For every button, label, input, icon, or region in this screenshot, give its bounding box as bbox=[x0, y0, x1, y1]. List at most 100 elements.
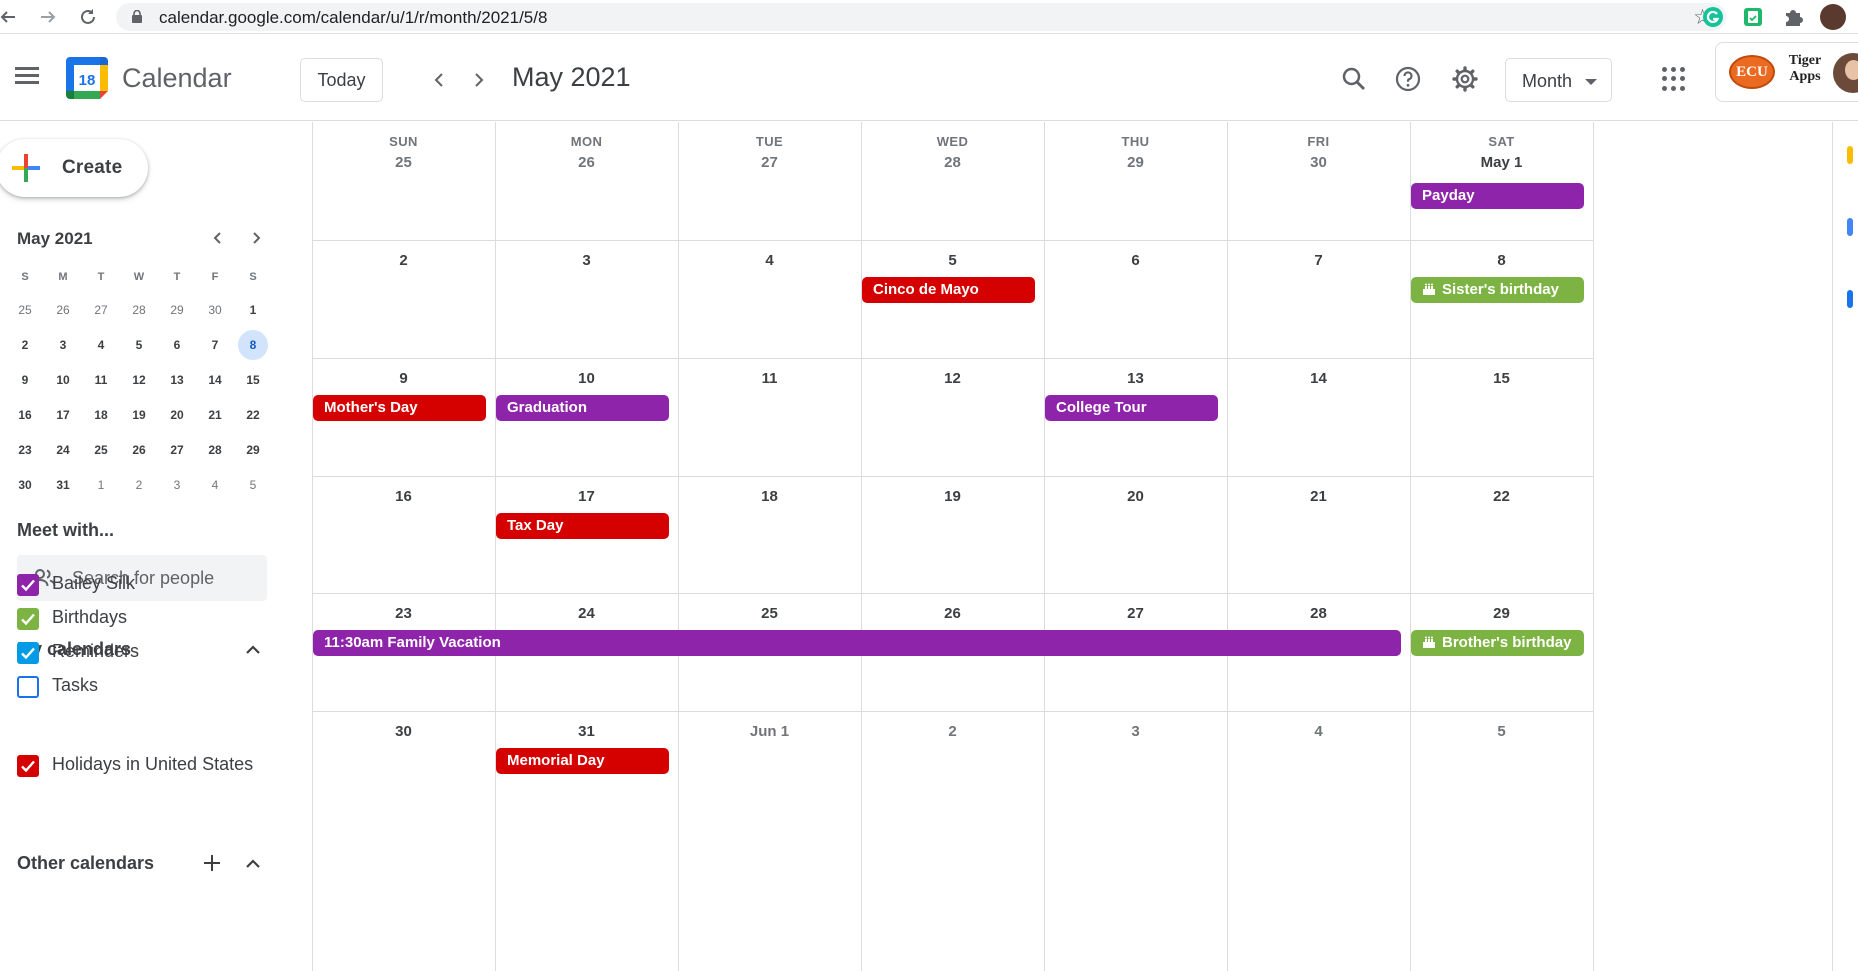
day-cell[interactable] bbox=[861, 711, 1044, 971]
event-chip[interactable]: Memorial Day bbox=[496, 748, 669, 774]
puzzle-extensions-icon[interactable] bbox=[1780, 4, 1806, 30]
mini-day[interactable]: 1 bbox=[234, 295, 272, 325]
tasks-addon-icon[interactable] bbox=[1847, 218, 1853, 236]
mini-day[interactable]: 29 bbox=[158, 295, 196, 325]
mini-day[interactable]: 24 bbox=[44, 435, 82, 465]
mini-day[interactable]: 4 bbox=[196, 470, 234, 500]
back-arrow-icon[interactable] bbox=[0, 5, 20, 29]
calendar-item[interactable]: Birthdays bbox=[17, 601, 297, 635]
event-chip[interactable]: Brother's birthday bbox=[1411, 630, 1584, 656]
day-cell[interactable] bbox=[1227, 358, 1410, 476]
gear-icon[interactable] bbox=[1443, 57, 1487, 101]
calendar-checkbox[interactable] bbox=[17, 755, 39, 777]
calendar-checkbox[interactable] bbox=[17, 676, 39, 698]
mini-day[interactable]: 30 bbox=[196, 295, 234, 325]
calendar-item[interactable]: Reminders bbox=[17, 635, 297, 669]
view-switcher-dropdown[interactable]: Month bbox=[1505, 58, 1612, 102]
calendar-item[interactable]: Tasks bbox=[17, 669, 297, 703]
event-chip[interactable]: Sister's birthday bbox=[1411, 277, 1584, 303]
reload-icon[interactable] bbox=[76, 5, 100, 29]
day-cell[interactable] bbox=[1044, 240, 1227, 358]
mini-day[interactable]: 5 bbox=[234, 470, 272, 500]
main-menu-icon[interactable] bbox=[12, 61, 42, 91]
mini-day[interactable]: 23 bbox=[6, 435, 44, 465]
forward-arrow-icon[interactable] bbox=[36, 5, 60, 29]
day-cell[interactable] bbox=[678, 240, 861, 358]
mini-day[interactable]: 29 bbox=[234, 435, 272, 465]
mini-day[interactable]: 15 bbox=[234, 365, 272, 395]
day-cell[interactable] bbox=[1227, 240, 1410, 358]
day-cell[interactable] bbox=[1410, 122, 1593, 240]
day-cell[interactable] bbox=[1410, 711, 1593, 971]
mini-day[interactable]: 28 bbox=[196, 435, 234, 465]
mini-day[interactable]: 12 bbox=[120, 365, 158, 395]
day-cell[interactable] bbox=[678, 476, 861, 593]
mini-day[interactable]: 26 bbox=[120, 435, 158, 465]
event-chip[interactable]: Mother's Day bbox=[313, 395, 486, 421]
help-icon[interactable] bbox=[1386, 57, 1430, 101]
day-cell[interactable] bbox=[1227, 711, 1410, 971]
day-cell[interactable] bbox=[312, 476, 495, 593]
calendar-item[interactable]: Bailey Silk bbox=[17, 567, 297, 601]
mini-day[interactable]: 28 bbox=[120, 295, 158, 325]
previous-month-button[interactable] bbox=[422, 63, 456, 97]
keep-addon-icon[interactable] bbox=[1847, 146, 1853, 164]
day-cell[interactable] bbox=[312, 122, 495, 240]
mini-day[interactable]: 27 bbox=[82, 295, 120, 325]
next-month-button[interactable] bbox=[462, 63, 496, 97]
mini-day[interactable]: 13 bbox=[158, 365, 196, 395]
event-chip[interactable]: Tax Day bbox=[496, 513, 669, 539]
other-calendars-title[interactable]: Other calendars bbox=[17, 853, 154, 874]
mini-day[interactable]: 6 bbox=[158, 330, 196, 360]
today-button[interactable]: Today bbox=[300, 58, 383, 102]
mini-day[interactable]: 30 bbox=[6, 470, 44, 500]
mini-day[interactable]: 5 bbox=[120, 330, 158, 360]
contacts-addon-icon[interactable] bbox=[1847, 290, 1853, 308]
mini-day[interactable]: 20 bbox=[158, 400, 196, 430]
day-cell[interactable] bbox=[1044, 476, 1227, 593]
mini-day[interactable]: 11 bbox=[82, 365, 120, 395]
mini-day[interactable]: 3 bbox=[158, 470, 196, 500]
address-bar[interactable]: calendar.google.com/calendar/u/1/r/month… bbox=[116, 3, 1726, 31]
day-cell[interactable] bbox=[678, 711, 861, 971]
calendar-checkbox[interactable] bbox=[17, 608, 39, 630]
day-cell[interactable] bbox=[495, 122, 678, 240]
apps-grid-icon[interactable] bbox=[1662, 67, 1686, 91]
day-cell[interactable] bbox=[495, 240, 678, 358]
event-chip[interactable]: 11:30am Family Vacation bbox=[313, 630, 1401, 656]
event-chip[interactable]: College Tour bbox=[1045, 395, 1218, 421]
mini-day[interactable]: 26 bbox=[44, 295, 82, 325]
mini-day[interactable]: 21 bbox=[196, 400, 234, 430]
mini-day[interactable]: 10 bbox=[44, 365, 82, 395]
day-cell[interactable] bbox=[312, 240, 495, 358]
account-switcher[interactable]: ECU Tiger Apps bbox=[1715, 42, 1858, 102]
mini-day[interactable]: 9 bbox=[6, 365, 44, 395]
day-cell[interactable] bbox=[861, 358, 1044, 476]
add-calendar-icon[interactable] bbox=[199, 850, 225, 876]
calendar-checkbox[interactable] bbox=[17, 574, 39, 596]
note-extension-icon[interactable] bbox=[1740, 4, 1766, 30]
grammarly-extension-icon[interactable] bbox=[1700, 4, 1726, 30]
mini-day[interactable]: 19 bbox=[120, 400, 158, 430]
day-cell[interactable] bbox=[861, 476, 1044, 593]
mini-day[interactable]: 25 bbox=[82, 435, 120, 465]
mini-day[interactable]: 7 bbox=[196, 330, 234, 360]
mini-day[interactable]: 25 bbox=[6, 295, 44, 325]
mini-day[interactable]: 18 bbox=[82, 400, 120, 430]
mini-day[interactable]: 4 bbox=[82, 330, 120, 360]
create-button[interactable]: Create bbox=[0, 139, 148, 197]
day-cell[interactable] bbox=[1044, 122, 1227, 240]
mini-calendar-prev-button[interactable] bbox=[203, 223, 233, 253]
search-icon[interactable] bbox=[1332, 57, 1376, 101]
day-cell[interactable] bbox=[1227, 122, 1410, 240]
mini-calendar-next-button[interactable] bbox=[241, 223, 271, 253]
day-cell[interactable] bbox=[312, 711, 495, 971]
calendar-checkbox[interactable] bbox=[17, 642, 39, 664]
event-chip[interactable]: Cinco de Mayo bbox=[862, 277, 1035, 303]
day-cell[interactable] bbox=[1044, 711, 1227, 971]
day-cell[interactable] bbox=[861, 122, 1044, 240]
mini-day[interactable]: 31 bbox=[44, 470, 82, 500]
mini-day[interactable]: 16 bbox=[6, 400, 44, 430]
calendar-item[interactable]: Holidays in United States bbox=[17, 748, 297, 782]
mini-day-selected[interactable]: 8 bbox=[234, 329, 272, 360]
